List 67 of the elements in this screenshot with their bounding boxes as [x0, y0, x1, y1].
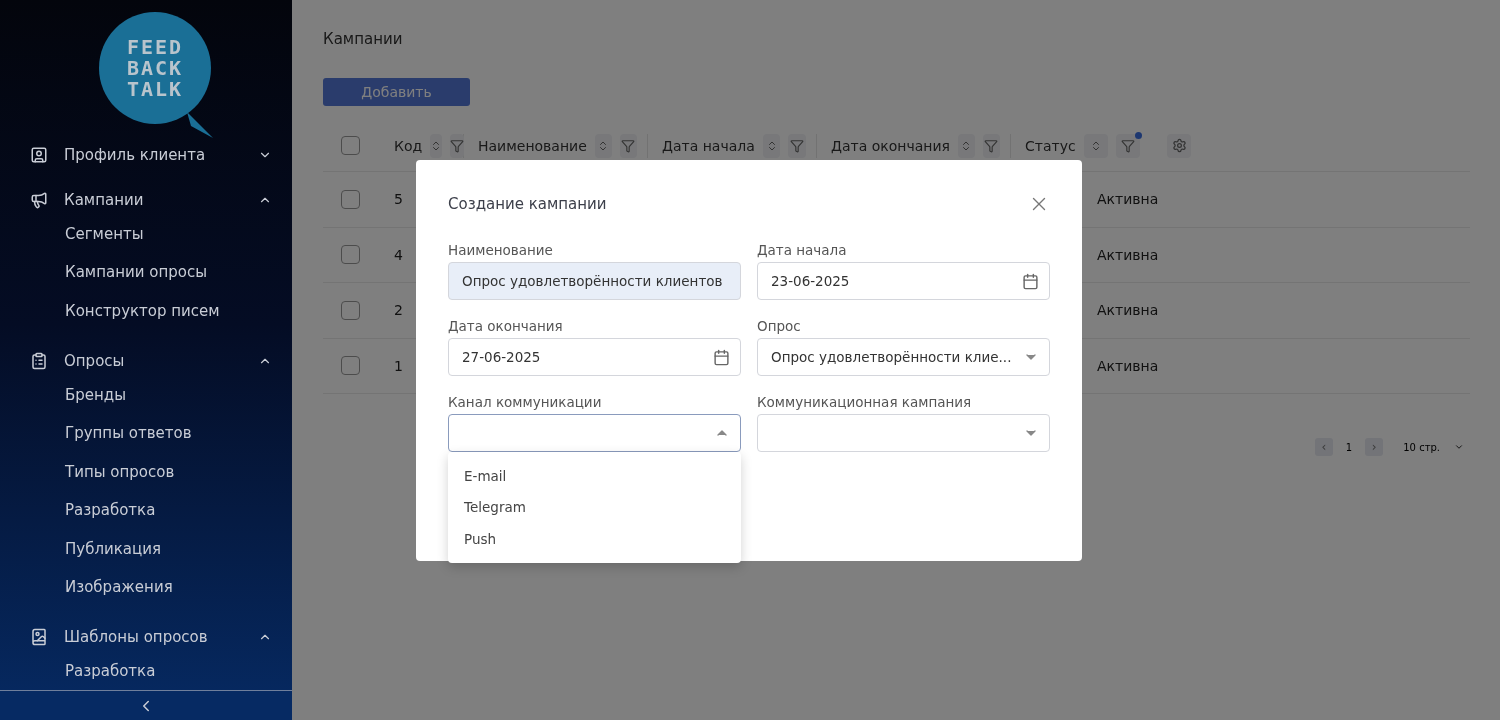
checkbox[interactable]: [341, 189, 360, 209]
field-label: Канал коммуникации: [448, 394, 603, 410]
sidebar-item[interactable]: Кампании опросы: [0, 253, 292, 292]
sidebar-section[interactable]: Кампании: [0, 185, 292, 215]
checkbox[interactable]: [341, 245, 360, 265]
column-header: Дата начала: [662, 137, 755, 154]
field-label: Опрос: [757, 318, 802, 334]
table-cell: Активна: [1097, 246, 1159, 263]
modal-title: Создание кампании: [448, 195, 607, 213]
sidebar-item[interactable]: Публикация: [0, 529, 292, 568]
filter-icon[interactable]: [1115, 133, 1140, 158]
date-field[interactable]: 23-06-2025: [757, 262, 1050, 300]
table-cell: 5: [394, 191, 403, 208]
field-label: Дата начала: [757, 242, 848, 258]
sidebar-item[interactable]: Бренды: [0, 375, 292, 414]
field-label: Наименование: [448, 242, 554, 258]
date-field[interactable]: 27-06-2025: [448, 338, 741, 376]
field-label: Дата окончания: [448, 318, 564, 334]
checkbox[interactable]: [341, 300, 360, 320]
page-title: Кампании: [323, 30, 404, 48]
sort-icon[interactable]: [957, 133, 975, 158]
sort-icon[interactable]: [594, 133, 612, 158]
sort-icon[interactable]: [430, 133, 443, 158]
filter-icon[interactable]: [983, 133, 1000, 158]
settings-icon[interactable]: [1167, 133, 1191, 158]
filter-icon[interactable]: [619, 133, 637, 158]
calendar-icon[interactable]: [1022, 272, 1039, 290]
sidebar-item[interactable]: Группы ответов: [0, 413, 292, 453]
table-cell: 1: [394, 357, 403, 374]
sidebar-section[interactable]: Шаблоны опросов: [0, 622, 292, 652]
megaphone-icon: [30, 190, 48, 209]
table-cell: 2: [394, 302, 403, 319]
filter-icon[interactable]: [450, 133, 465, 158]
sidebar-item[interactable]: Конструктор писем: [0, 291, 292, 330]
column-header: Статус: [1025, 137, 1076, 154]
checklist-icon: [30, 351, 48, 370]
field-label: Коммуникационная кампания: [757, 394, 973, 410]
column-header: Наименование: [478, 137, 587, 154]
sidebar-item[interactable]: Разработка: [0, 490, 292, 530]
sort-icon[interactable]: [762, 133, 781, 158]
select-field[interactable]: [448, 414, 741, 452]
logo: FEED BACK TALK: [99, 12, 213, 138]
sidebar-section[interactable]: Профиль клиента: [0, 140, 292, 170]
input-field[interactable]: Опрос удовлетворённости клиентов: [448, 262, 741, 300]
template-icon: [30, 627, 48, 646]
sidebar-item[interactable]: Типы опросов: [0, 452, 292, 491]
column-header: Код: [394, 137, 423, 154]
checkbox[interactable]: [341, 136, 360, 155]
column-header: Дата окончания: [831, 137, 950, 154]
table-cell: Активна: [1097, 302, 1159, 319]
dropdown-option[interactable]: Push: [448, 523, 741, 555]
profile-icon: [30, 145, 48, 164]
checkbox[interactable]: [341, 356, 360, 376]
select-field[interactable]: Опрос удовлетворённости клие...: [757, 338, 1050, 376]
calendar-icon[interactable]: [713, 348, 730, 366]
table-cell: Активна: [1097, 191, 1159, 208]
caret-down-icon: [1454, 442, 1464, 452]
sidebar-item[interactable]: Сегменты: [0, 214, 292, 253]
sidebar-section[interactable]: Опросы: [0, 346, 292, 376]
sidebar-item[interactable]: Изображения: [0, 567, 292, 607]
table-cell: Активна: [1097, 357, 1159, 374]
select-field[interactable]: [757, 414, 1050, 452]
filter-icon[interactable]: [788, 133, 806, 158]
table-cell: 4: [394, 246, 403, 263]
dropdown-option[interactable]: Telegram: [448, 491, 741, 523]
sidebar-item[interactable]: Разработка: [0, 651, 292, 690]
dropdown-option[interactable]: E-mail: [448, 460, 741, 492]
